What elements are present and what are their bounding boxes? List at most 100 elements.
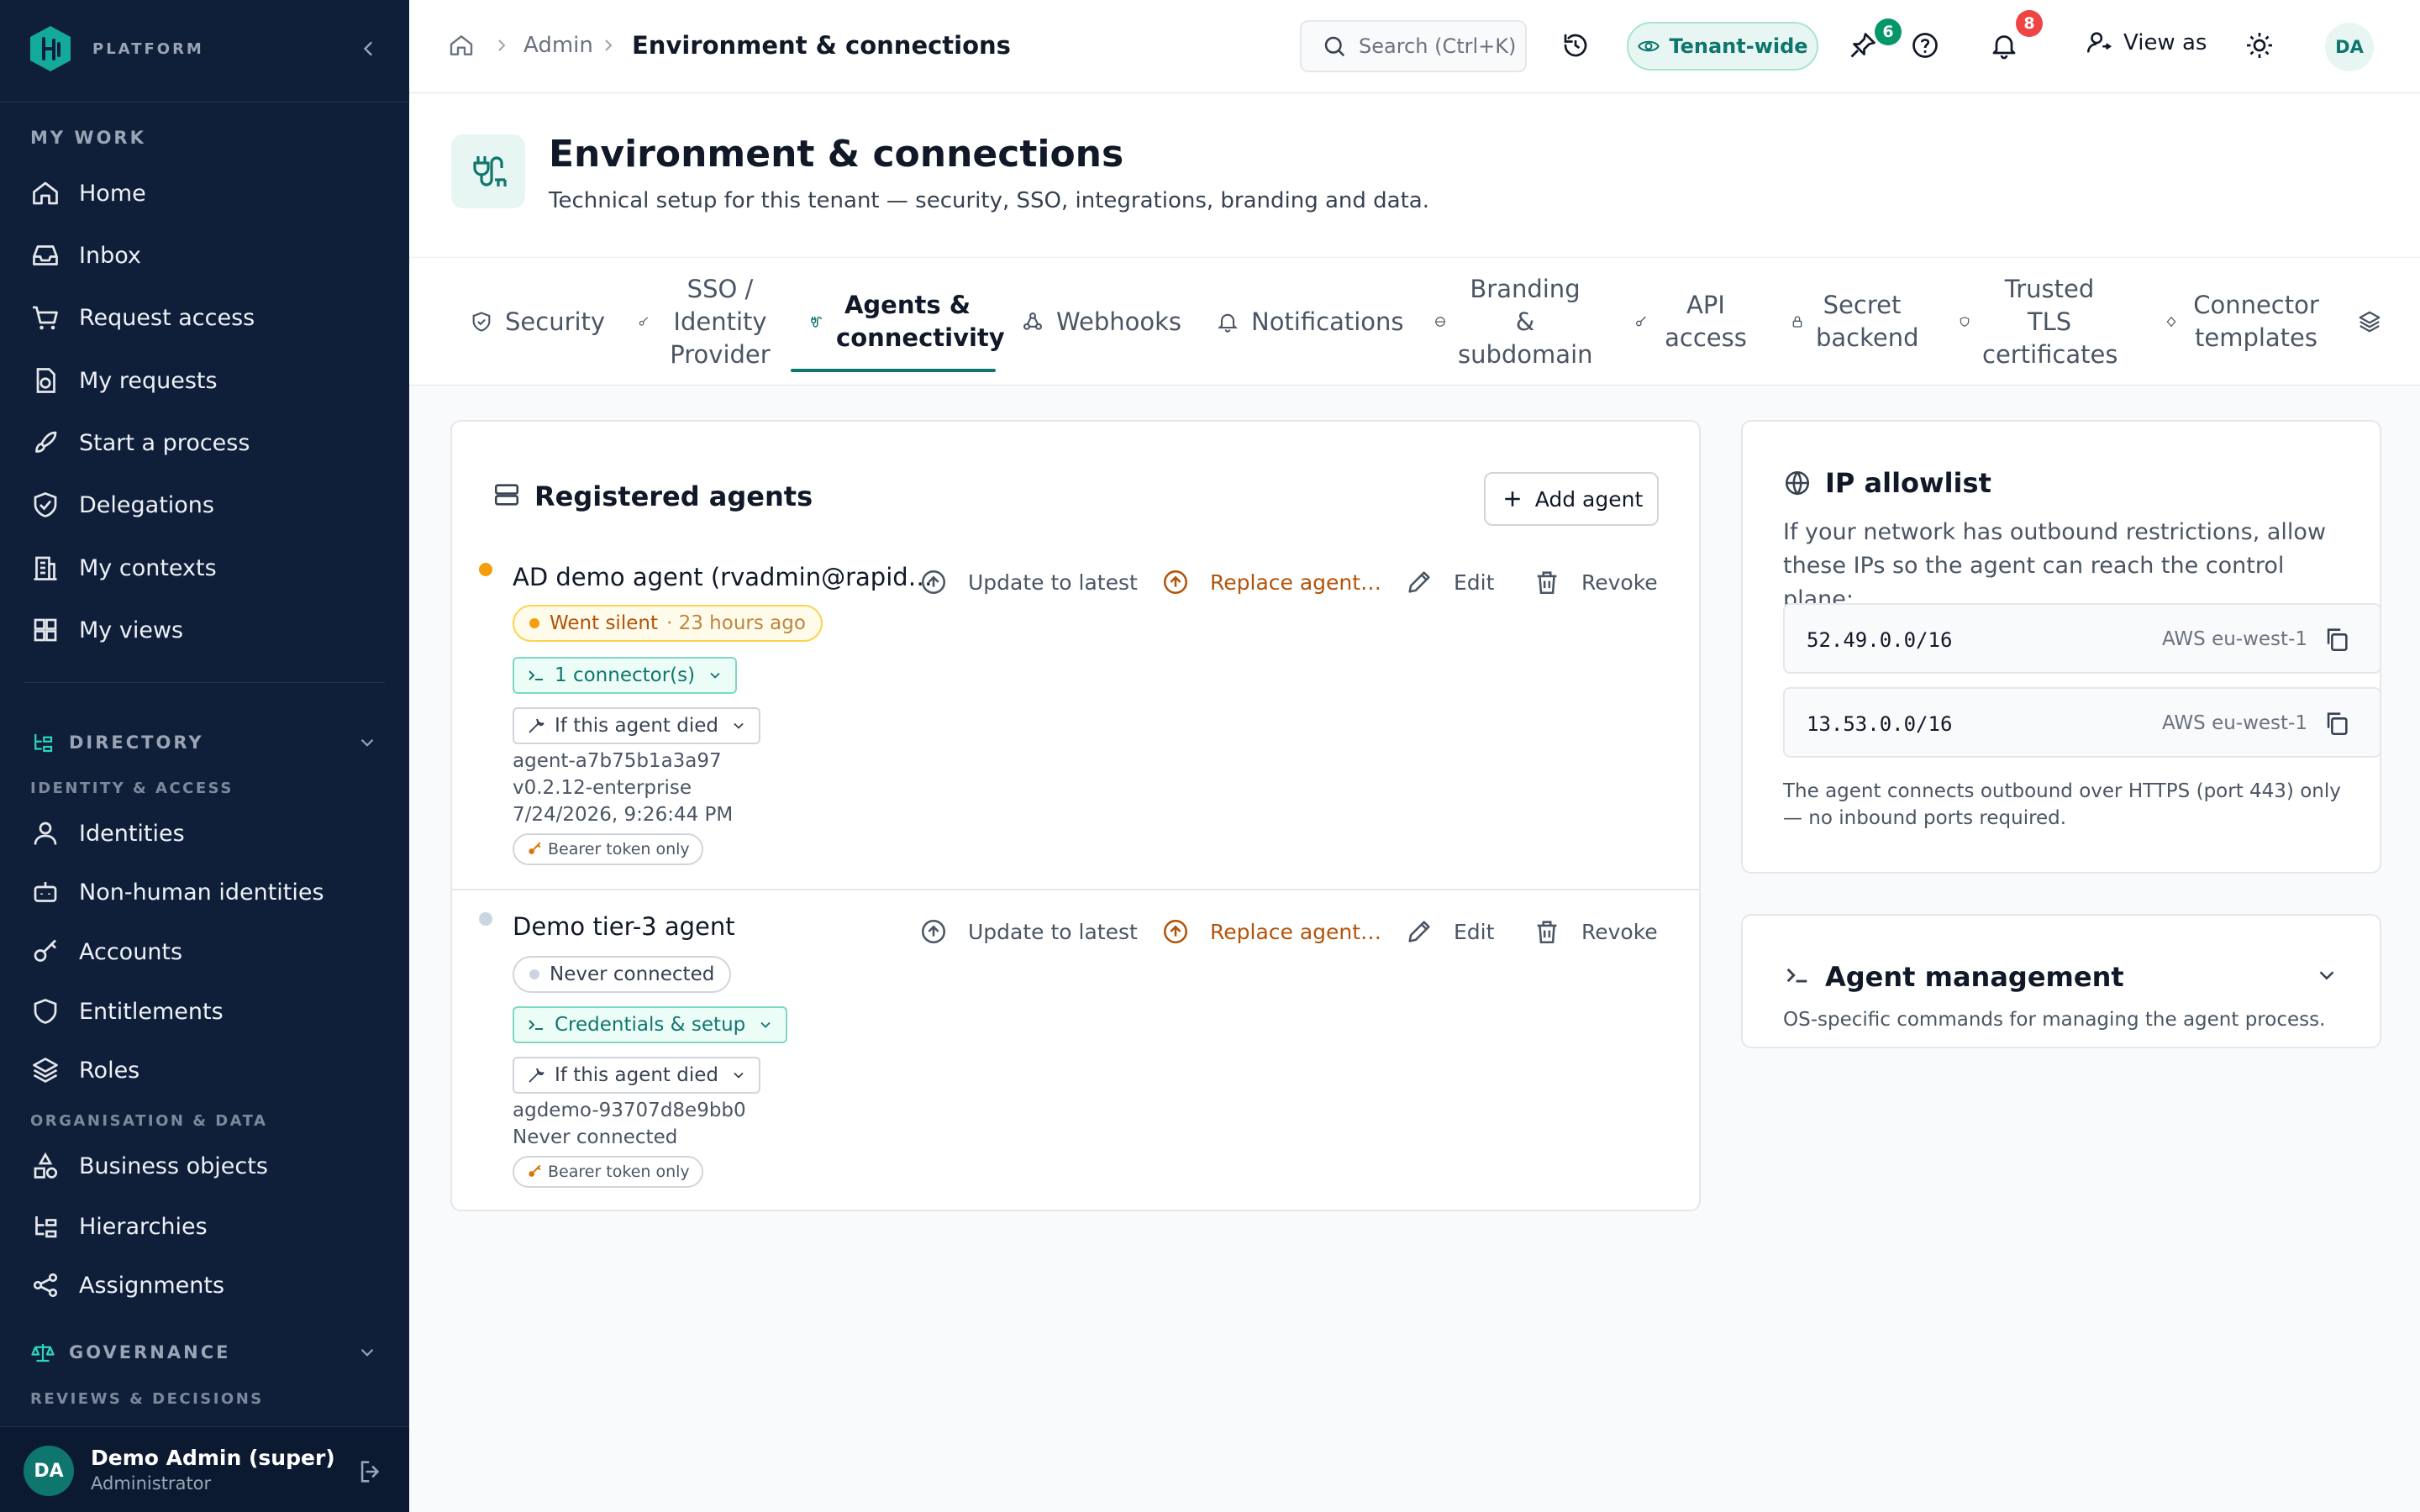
agent-last-seen: 7/24/2026, 9:26:44 PM [513, 804, 734, 826]
sidebar-item-inbox[interactable]: Inbox [24, 232, 385, 279]
theme-sun-icon[interactable] [2244, 30, 2275, 60]
chevron-down-icon [760, 1021, 771, 1028]
sidebar-item-my-contexts[interactable]: My contexts [24, 544, 385, 591]
tab-sso[interactable]: SSO / Identity Provider [638, 258, 806, 386]
key-icon [639, 317, 649, 326]
home-icon[interactable] [448, 32, 475, 59]
sidebar-item-accounts[interactable]: Accounts [24, 928, 385, 975]
agent-died-dropdown[interactable]: If this agent died [513, 1057, 760, 1094]
revoke-agent-button[interactable]: Revoke [1533, 917, 1658, 946]
search-input[interactable]: Search (Ctrl+K) [1300, 20, 1527, 72]
shield-icon [34, 999, 57, 1024]
replace-agent-button[interactable]: Replace agent… [1161, 568, 1381, 596]
hierarchy-icon [35, 1216, 57, 1238]
sidebar-item-label: My requests [79, 367, 218, 394]
lock-icon [1792, 316, 1802, 328]
update-to-latest-button[interactable]: Update to latest [919, 917, 1138, 946]
brand-logo[interactable] [25, 24, 76, 74]
history-icon[interactable] [1560, 30, 1591, 60]
bot-icon [34, 882, 57, 902]
tab-api-access[interactable]: API access [1634, 258, 1760, 386]
directory-icon [34, 734, 53, 753]
notifications-badge: 8 [2016, 10, 2043, 37]
credentials-setup-dropdown[interactable]: Credentials & setup [513, 1006, 788, 1043]
auth-label: Bearer token only [548, 840, 690, 858]
breadcrumb-admin[interactable]: Admin [523, 33, 593, 58]
sidebar-item-delegations[interactable]: Delegations [24, 481, 385, 528]
sidebar-item-hierarchies[interactable]: Hierarchies [24, 1203, 385, 1250]
tab-notifications[interactable]: Notifications [1216, 258, 1404, 386]
sidebar-item-entitlements[interactable]: Entitlements [24, 988, 385, 1035]
agent-name[interactable]: AD demo agent (rvadmin@rapid… [513, 563, 933, 591]
tab-webhooks[interactable]: Webhooks [1021, 258, 1181, 386]
status-dot [529, 618, 539, 628]
auth-label: Bearer token only [548, 1163, 690, 1181]
chevron-down-icon[interactable] [2314, 963, 2339, 988]
copy-icon[interactable] [2323, 709, 2351, 738]
view-as-button[interactable]: View as [2085, 29, 2207, 57]
chevron-down-icon [360, 1348, 374, 1357]
globe-icon [1785, 470, 1810, 496]
ip-row: 13.53.0.0/16 AWS eu-west-1 [1783, 687, 2381, 758]
connectors-dropdown[interactable]: 1 connector(s) [513, 657, 738, 694]
tab-agents-connectivity[interactable]: Agents & connectivity [809, 258, 1005, 386]
agent-version: v0.2.12-enterprise [513, 777, 692, 799]
sidebar-item-non-human-identities[interactable]: Non-human identities [24, 869, 385, 916]
tab-branding-subdomain[interactable]: Branding & subdomain [1434, 258, 1602, 386]
page-description: Technical setup for this tenant — securi… [549, 188, 1429, 213]
agent-died-dropdown[interactable]: If this agent died [513, 707, 760, 744]
logout-icon[interactable] [356, 1457, 385, 1486]
edit-agent-button[interactable]: Edit [1405, 568, 1494, 596]
add-agent-button[interactable]: Add agent [1484, 472, 1659, 526]
puzzle-icon [2166, 316, 2176, 328]
update-label: Update to latest [968, 570, 1138, 595]
sidebar-item-label: Assignments [79, 1272, 225, 1299]
copy-icon[interactable] [2323, 625, 2351, 654]
collapse-sidebar-icon[interactable] [356, 37, 380, 60]
shapes-icon [34, 1152, 58, 1179]
bell-icon[interactable] [1989, 30, 2019, 60]
sidebar-item-assignments[interactable]: Assignments [24, 1262, 385, 1309]
sidebar-item-roles[interactable]: Roles [24, 1047, 385, 1094]
sidebar-item-label: Hierarchies [79, 1213, 208, 1240]
sidebar-item-label: Delegations [79, 491, 214, 518]
sidebar-item-my-requests[interactable]: My requests [24, 357, 385, 404]
sidebar-item-identities[interactable]: Identities [24, 810, 385, 857]
search-placeholder: Search (Ctrl+K) [1359, 34, 1517, 58]
sidebar-item-business-objects[interactable]: Business objects [24, 1142, 385, 1189]
sidebar-item-label: Entitlements [79, 998, 224, 1025]
sidebar-item-start-process[interactable]: Start a process [24, 419, 385, 466]
update-to-latest-button[interactable]: Update to latest [919, 568, 1138, 596]
pinned-count-badge: 6 [1875, 18, 1902, 45]
avatar[interactable]: DA [2325, 23, 2374, 71]
tab-label: Branding & subdomain [1458, 274, 1593, 369]
page-title: Environment & connections [549, 133, 1124, 176]
sidebar-item-request-access[interactable]: Request access [24, 294, 385, 341]
directory-section-toggle[interactable]: DIRECTORY [24, 726, 385, 759]
agent-name[interactable]: Demo tier-3 agent [513, 912, 735, 941]
agent-last-seen: Never connected [513, 1126, 678, 1148]
tab-trusted-tls[interactable]: Trusted TLS certificates [1959, 258, 2127, 386]
help-icon[interactable] [1910, 30, 1940, 60]
wrench-icon [529, 718, 544, 733]
sidebar-item-label: My views [79, 617, 184, 643]
agent-management-card[interactable]: Agent management OS-specific commands fo… [1741, 914, 2381, 1048]
tab-more[interactable] [2357, 258, 2394, 386]
edit-agent-button[interactable]: Edit [1405, 917, 1494, 946]
tab-secret-backend[interactable]: Secret backend [1791, 258, 1925, 386]
tab-security[interactable]: Security [470, 258, 605, 386]
replace-icon [1163, 570, 1188, 595]
rocket-icon [35, 431, 57, 453]
tab-connector-templates[interactable]: Connector templates [2165, 258, 2333, 386]
sidebar-item-my-views[interactable]: My views [24, 606, 385, 654]
sidebar-item-home[interactable]: Home [24, 170, 385, 217]
replace-label: Replace agent… [1210, 919, 1382, 944]
tenant-scope-pill[interactable]: Tenant-wide [1627, 22, 1818, 71]
avatar[interactable]: DA [24, 1446, 74, 1496]
pin-icon[interactable] [1848, 30, 1878, 60]
replace-agent-button[interactable]: Replace agent… [1161, 917, 1381, 946]
webhook-icon [1023, 312, 1042, 330]
pencil-icon [1408, 921, 1430, 942]
governance-section-toggle[interactable]: GOVERNANCE [24, 1336, 385, 1369]
revoke-agent-button[interactable]: Revoke [1533, 568, 1658, 596]
